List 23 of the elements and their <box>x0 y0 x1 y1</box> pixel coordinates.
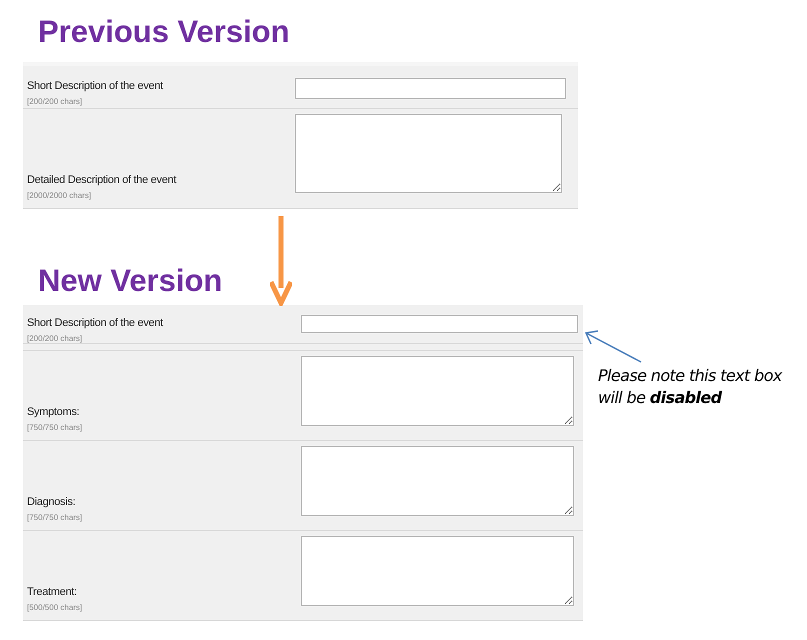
field-label: Symptoms: <box>27 405 80 419</box>
callout-note: Please note this text box will be disabled <box>598 365 782 409</box>
section-heading: Previous Version <box>38 14 291 50</box>
text-area[interactable] <box>301 446 574 516</box>
field-label: Short Description of the event <box>27 316 164 330</box>
field-label: Diagnosis: <box>27 495 76 509</box>
char-counter: [500/500 chars] <box>27 602 84 614</box>
text-area[interactable] <box>301 356 574 426</box>
field-label: Treatment: <box>27 585 78 599</box>
char-counter: [750/750 chars] <box>27 512 84 524</box>
text-area[interactable] <box>295 114 562 193</box>
text-area[interactable] <box>301 536 574 606</box>
field-label: Short Description of the event <box>27 79 164 93</box>
field-label: Detailed Description of the event <box>27 173 178 187</box>
text-input[interactable] <box>301 315 578 333</box>
section-heading: New Version <box>38 263 224 299</box>
char-counter: [2000/2000 chars] <box>27 190 92 202</box>
char-counter: [200/200 chars] <box>27 96 84 108</box>
text-input[interactable] <box>295 78 566 99</box>
down-arrow-icon <box>270 216 292 306</box>
char-counter: [750/750 chars] <box>27 422 84 434</box>
pointer-arrow-icon <box>583 328 643 364</box>
char-counter: [200/200 chars] <box>27 333 84 345</box>
